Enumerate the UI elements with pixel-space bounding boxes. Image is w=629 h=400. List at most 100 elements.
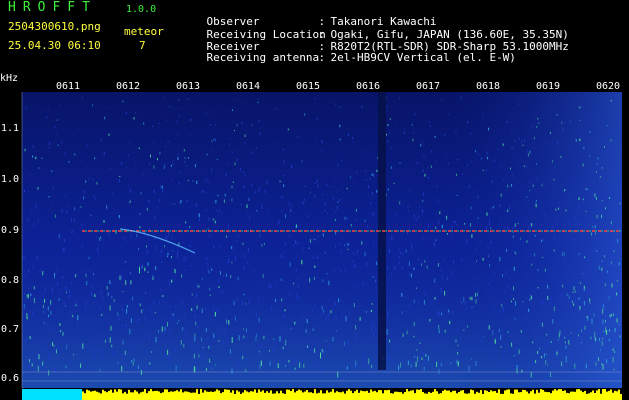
noise-speck bbox=[94, 294, 96, 297]
noise-speck bbox=[610, 314, 612, 317]
noise-speck bbox=[146, 207, 148, 211]
noise-speck bbox=[294, 321, 296, 325]
noise-speck bbox=[495, 340, 496, 343]
noise-speck bbox=[583, 273, 585, 279]
noise-speck bbox=[330, 310, 332, 314]
noise-speck bbox=[321, 140, 323, 143]
baseline-bar bbox=[408, 391, 410, 400]
noise-speck bbox=[418, 300, 420, 304]
noise-speck bbox=[314, 265, 316, 268]
baseline-bar bbox=[162, 392, 164, 400]
baseline-bar bbox=[118, 389, 120, 400]
noise-speck bbox=[294, 367, 296, 370]
baseline-bar bbox=[84, 393, 86, 400]
noise-speck bbox=[280, 278, 282, 281]
noise-speck bbox=[335, 245, 337, 249]
noise-speck bbox=[125, 280, 127, 285]
noise-speck bbox=[609, 197, 610, 199]
baseline-bar bbox=[362, 391, 364, 400]
noise-speck bbox=[143, 122, 145, 125]
noise-speck bbox=[189, 342, 190, 344]
noise-speck bbox=[245, 303, 247, 305]
baseline-bar bbox=[524, 390, 526, 400]
noise-speck bbox=[51, 288, 53, 293]
noise-speck bbox=[496, 116, 498, 118]
noise-speck bbox=[195, 295, 197, 298]
baseline-bar bbox=[376, 392, 378, 400]
noise-speck bbox=[325, 340, 327, 342]
noise-speck bbox=[366, 261, 367, 267]
baseline-bar bbox=[620, 393, 622, 400]
noise-speck bbox=[594, 225, 596, 229]
noise-speck bbox=[30, 174, 32, 177]
noise-speck bbox=[463, 296, 465, 302]
baseline-bar bbox=[402, 393, 404, 400]
noise-speck bbox=[479, 240, 481, 244]
noise-speck bbox=[575, 139, 577, 142]
noise-speck bbox=[510, 167, 511, 170]
noise-speck bbox=[413, 322, 415, 327]
noise-speck bbox=[173, 203, 175, 205]
noise-speck bbox=[50, 303, 52, 306]
noise-speck bbox=[313, 325, 315, 327]
noise-speck bbox=[541, 239, 543, 242]
noise-speck bbox=[440, 363, 442, 367]
baseline-bar bbox=[204, 390, 206, 400]
noise-speck bbox=[217, 215, 219, 217]
noise-speck bbox=[529, 190, 531, 192]
noise-speck bbox=[164, 326, 166, 331]
noise-speck bbox=[38, 354, 40, 360]
noise-speck bbox=[364, 251, 366, 257]
noise-speck bbox=[526, 240, 528, 243]
noise-speck bbox=[322, 349, 324, 354]
noise-speck bbox=[247, 247, 249, 252]
noise-speck bbox=[507, 226, 509, 231]
noise-speck bbox=[547, 340, 549, 345]
noise-speck bbox=[344, 316, 346, 320]
noise-speck bbox=[510, 333, 512, 338]
noise-speck bbox=[259, 364, 261, 370]
noise-speck bbox=[284, 364, 286, 368]
baseline-bar bbox=[578, 389, 580, 400]
noise-speck bbox=[237, 276, 239, 281]
noise-speck bbox=[407, 313, 409, 315]
noise-speck bbox=[277, 308, 279, 310]
noise-speck bbox=[226, 320, 228, 325]
noise-speck bbox=[437, 263, 439, 267]
noise-speck bbox=[449, 320, 451, 325]
noise-speck bbox=[169, 105, 171, 108]
noise-speck bbox=[392, 343, 394, 347]
noise-speck bbox=[352, 137, 354, 140]
noise-speck bbox=[256, 147, 258, 149]
noise-speck bbox=[236, 123, 238, 127]
noise-speck bbox=[525, 318, 527, 320]
noise-speck bbox=[95, 196, 97, 200]
noise-speck bbox=[171, 201, 173, 205]
noise-speck bbox=[302, 201, 304, 205]
noise-speck bbox=[196, 305, 198, 310]
noise-speck bbox=[121, 365, 123, 372]
noise-speck bbox=[419, 206, 421, 208]
time-label-0612: 0612 bbox=[116, 81, 141, 92]
noise-speck bbox=[428, 176, 429, 180]
y-tick-0-9: 0.9 bbox=[1, 225, 20, 236]
baseline-bar bbox=[482, 393, 484, 400]
noise-speck bbox=[233, 368, 235, 375]
noise-speck bbox=[234, 130, 235, 132]
noise-speck bbox=[414, 113, 416, 116]
noise-speck bbox=[88, 177, 90, 180]
noise-speck bbox=[601, 214, 602, 219]
noise-speck bbox=[576, 208, 578, 211]
noise-speck bbox=[530, 371, 532, 378]
noise-speck bbox=[482, 257, 484, 261]
noise-speck bbox=[295, 257, 297, 259]
baseline-bar bbox=[454, 390, 456, 400]
noise-speck bbox=[583, 146, 585, 150]
noise-speck bbox=[573, 237, 575, 241]
noise-speck bbox=[177, 250, 179, 255]
noise-speck bbox=[182, 301, 184, 304]
baseline-bar bbox=[322, 393, 324, 400]
noise-speck bbox=[117, 362, 119, 364]
baseline-bar bbox=[104, 391, 106, 400]
noise-speck bbox=[215, 124, 217, 127]
